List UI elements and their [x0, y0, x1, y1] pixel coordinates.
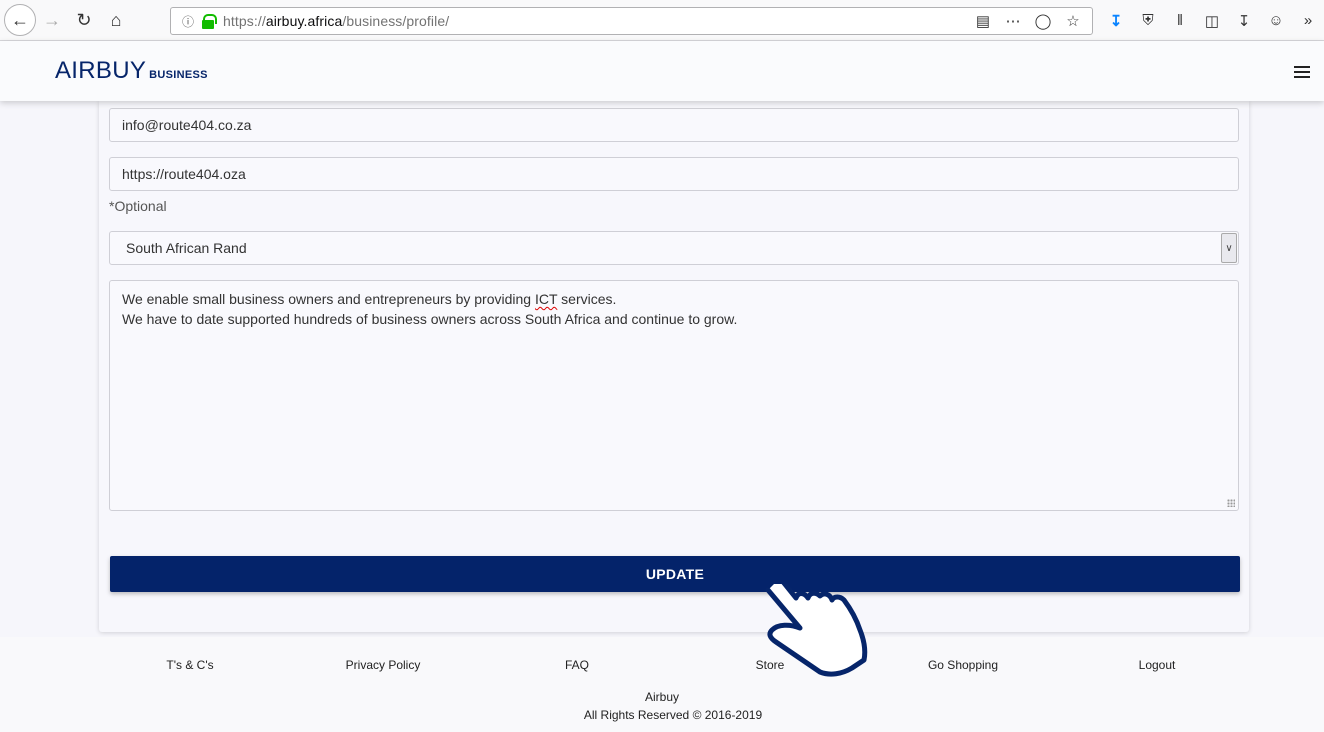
- more-actions-icon[interactable]: ⋯: [998, 12, 1028, 30]
- website-field[interactable]: https://route404.oza: [109, 157, 1239, 191]
- footer-company: Airbuy: [644, 690, 680, 704]
- footer-copyright: All Rights Reserved © 2016-2019: [583, 708, 763, 722]
- resize-handle-icon[interactable]: [1227, 499, 1235, 507]
- business-description-textarea[interactable]: We enable small business owners and entr…: [109, 280, 1239, 511]
- address-bar[interactable]: ⓘ https://airbuy.africa/business/profile…: [170, 7, 1093, 35]
- footer-link-faq[interactable]: FAQ: [565, 658, 589, 672]
- update-button[interactable]: UPDATE: [110, 556, 1240, 592]
- site-footer: T's & C's Privacy Policy FAQ Store Go Sh…: [0, 637, 1324, 732]
- home-icon[interactable]: ⌂: [100, 4, 132, 36]
- info-icon[interactable]: ⓘ: [175, 13, 201, 30]
- footer-link-terms[interactable]: T's & C's: [166, 658, 213, 672]
- forward-arrow-icon[interactable]: →: [36, 4, 68, 36]
- currency-selected-value: South African Rand: [126, 240, 247, 256]
- url-text[interactable]: https://airbuy.africa/business/profile/: [223, 13, 449, 29]
- brand-logo[interactable]: AIRBUY BUSINESS: [55, 57, 208, 85]
- account-icon[interactable]: ☺: [1260, 12, 1292, 29]
- downloads-arrow-icon[interactable]: ↧: [1228, 12, 1260, 30]
- footer-link-privacy[interactable]: Privacy Policy: [346, 658, 421, 672]
- description-line-2: We have to date supported hundreds of bu…: [122, 311, 738, 327]
- footer-link-store[interactable]: Store: [756, 658, 785, 672]
- library-icon[interactable]: ‖: [1164, 12, 1196, 29]
- bookmark-star-icon[interactable]: ☆: [1058, 12, 1088, 30]
- footer-link-go-shopping[interactable]: Go Shopping: [928, 658, 998, 672]
- lock-icon[interactable]: [201, 13, 217, 29]
- reader-view-icon[interactable]: ▤: [968, 12, 998, 30]
- email-field[interactable]: info@route404.co.za: [109, 108, 1239, 142]
- browser-toolbar: ← → ↻ ⌂ ⓘ https://airbuy.africa/business…: [0, 0, 1324, 41]
- footer-link-logout[interactable]: Logout: [1139, 658, 1176, 672]
- profile-form-card: info@route404.co.za https://route404.oza…: [99, 101, 1249, 632]
- currency-select[interactable]: South African Rand ∨: [109, 231, 1239, 265]
- pocket-icon[interactable]: ◯: [1028, 12, 1058, 30]
- sidebar-icon[interactable]: ◫: [1196, 12, 1228, 30]
- download-icon[interactable]: ↧: [1100, 12, 1132, 30]
- shield-icon[interactable]: ⛨: [1132, 12, 1164, 29]
- site-header: AIRBUY BUSINESS: [0, 41, 1324, 101]
- overflow-chevron-icon[interactable]: »: [1292, 12, 1324, 29]
- reload-icon[interactable]: ↻: [68, 4, 100, 36]
- optional-note: *Optional: [109, 198, 167, 214]
- back-arrow-icon[interactable]: ←: [4, 4, 36, 36]
- hamburger-menu-icon[interactable]: [1294, 66, 1310, 78]
- description-line-1: We enable small business owners and entr…: [122, 291, 617, 307]
- chevron-down-icon[interactable]: ∨: [1221, 233, 1237, 263]
